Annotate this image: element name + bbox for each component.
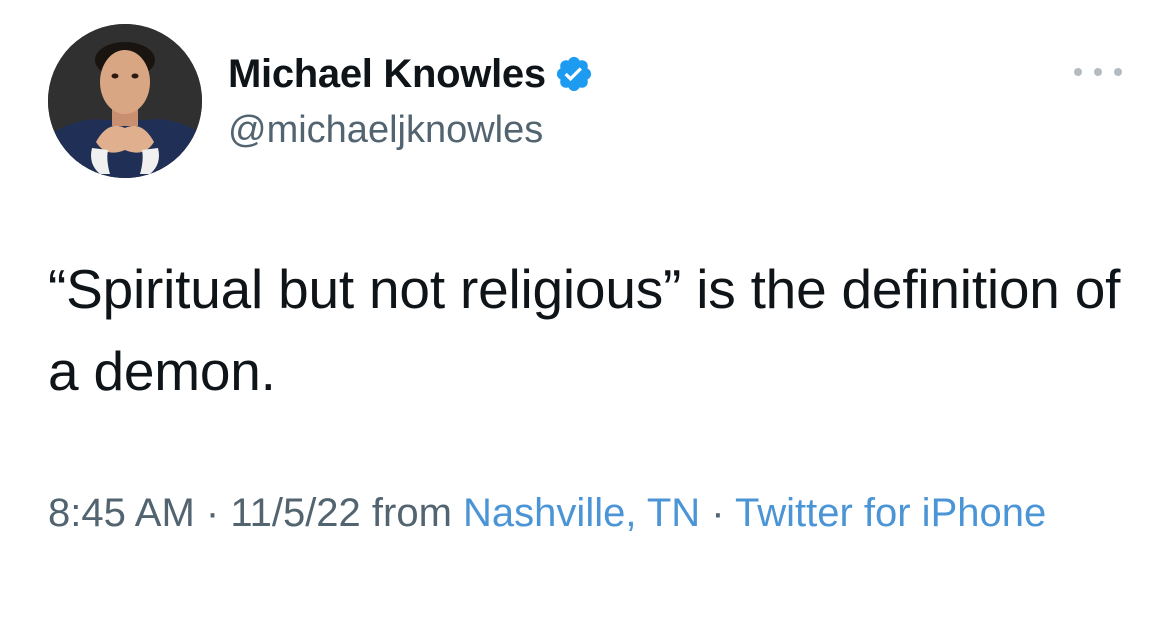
more-options-icon[interactable]: [1074, 60, 1122, 84]
more-dot: [1114, 68, 1122, 76]
author-name[interactable]: Michael Knowles: [228, 48, 546, 100]
source-link[interactable]: Twitter for iPhone: [735, 491, 1046, 535]
avatar[interactable]: [48, 24, 202, 178]
author-handle[interactable]: @michaeljknowles: [228, 104, 594, 156]
tweet: Michael Knowles @michaeljknowles “Spirit…: [0, 0, 1170, 633]
location-link[interactable]: Nashville, TN: [463, 491, 700, 535]
from-label: from: [360, 491, 464, 535]
author-block: Michael Knowles @michaeljknowles: [228, 48, 594, 156]
avatar-image: [48, 24, 202, 178]
tweet-text: “Spiritual but not religious” is the def…: [48, 258, 1121, 402]
author-name-row: Michael Knowles: [228, 48, 594, 100]
verified-badge-icon: [554, 54, 594, 94]
meta-separator: ·: [194, 491, 231, 535]
tweet-date[interactable]: 11/5/22: [230, 491, 361, 535]
meta-separator: ·: [700, 491, 735, 535]
tweet-meta: 8:45 AM · 11/5/22 from Nashville, TN · T…: [48, 482, 1128, 544]
more-dot: [1094, 68, 1102, 76]
more-dot: [1074, 68, 1082, 76]
tweet-time[interactable]: 8:45 AM: [48, 491, 195, 535]
